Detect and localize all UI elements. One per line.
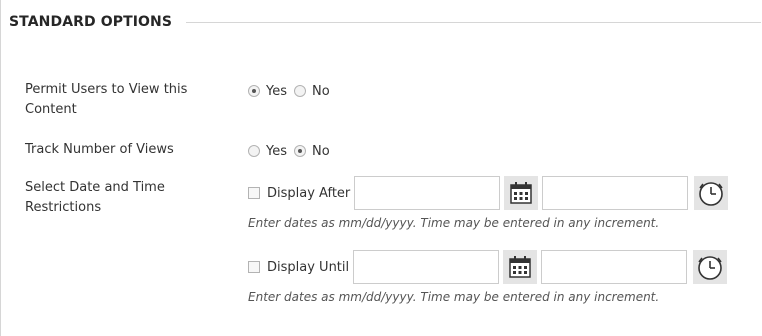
display-after-calendar-button[interactable] xyxy=(504,176,539,210)
section-header: STANDARD OPTIONS xyxy=(9,10,761,34)
display-until-hint: Enter dates as mm/dd/yyyy. Time may be e… xyxy=(248,290,660,304)
permit-view-no-radio[interactable] xyxy=(294,85,306,97)
display-until-row: Display Until xyxy=(248,249,728,285)
permit-view-yes-label[interactable]: Yes xyxy=(266,84,287,99)
display-after-label[interactable]: Display After xyxy=(267,186,350,201)
clock-icon xyxy=(698,256,722,280)
display-until-label[interactable]: Display Until xyxy=(267,260,349,275)
track-views-options: Yes No xyxy=(248,142,337,160)
permit-view-yes-radio[interactable] xyxy=(248,85,260,97)
display-until-date-input[interactable] xyxy=(353,250,500,284)
display-after-clock-button[interactable] xyxy=(694,176,729,210)
standard-options-fieldset: STANDARD OPTIONS Permit Users to View th… xyxy=(0,0,761,336)
track-views-label: Track Number of Views xyxy=(25,142,174,157)
calendar-icon xyxy=(510,182,533,204)
display-after-date-input[interactable] xyxy=(354,176,501,210)
date-restrictions-label: Select Date and Time Restrictions xyxy=(25,180,165,215)
permit-view-no-label[interactable]: No xyxy=(312,84,330,99)
display-until-checkbox[interactable] xyxy=(248,261,260,273)
display-after-checkbox[interactable] xyxy=(248,187,260,199)
track-views-yes-label[interactable]: Yes xyxy=(266,144,287,159)
permit-view-options: Yes No xyxy=(248,82,337,100)
permit-view-label: Permit Users to View this Content xyxy=(25,82,188,117)
calendar-icon xyxy=(509,256,531,278)
display-after-row: Display After xyxy=(248,175,729,211)
track-views-no-radio[interactable] xyxy=(294,145,306,157)
clock-icon xyxy=(699,182,724,206)
section-divider xyxy=(186,21,761,23)
display-until-clock-button[interactable] xyxy=(693,250,728,284)
display-after-time-input[interactable] xyxy=(542,176,689,210)
section-title: STANDARD OPTIONS xyxy=(9,14,173,30)
track-views-no-label[interactable]: No xyxy=(312,144,330,159)
display-until-calendar-button[interactable] xyxy=(503,250,538,284)
display-after-hint: Enter dates as mm/dd/yyyy. Time may be e… xyxy=(248,216,660,230)
track-views-yes-radio[interactable] xyxy=(248,145,260,157)
display-until-time-input[interactable] xyxy=(541,250,688,284)
